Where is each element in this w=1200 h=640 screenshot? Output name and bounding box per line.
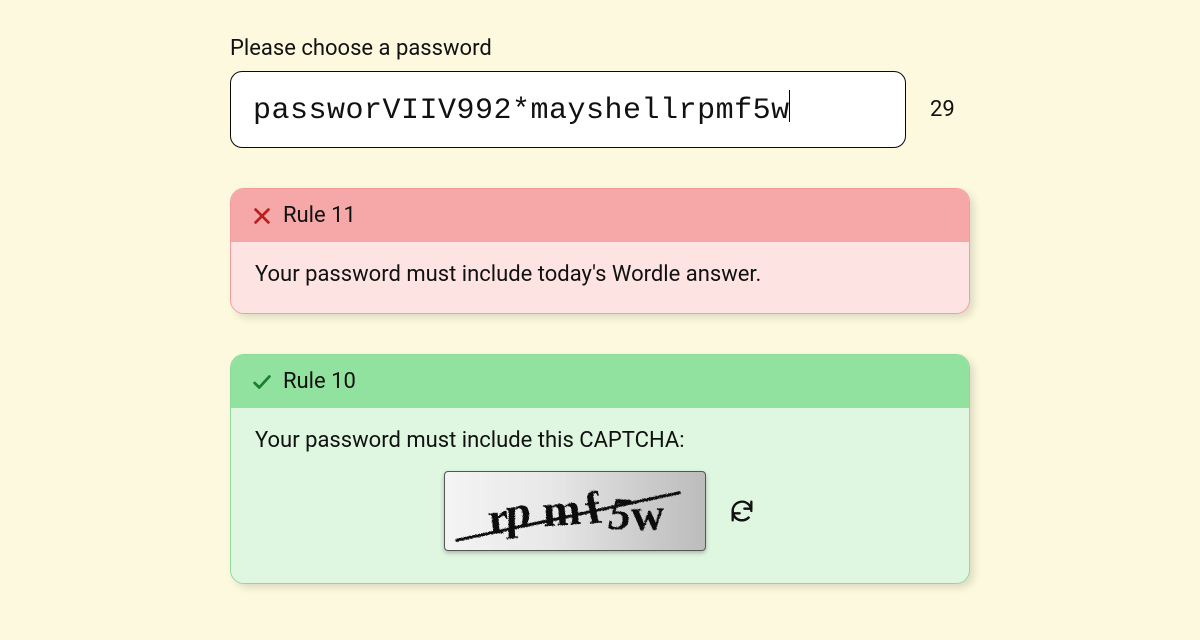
password-input[interactable]: passworVIIV992*mayshellrpmf5w [230, 71, 906, 148]
refresh-icon[interactable] [728, 497, 756, 525]
check-icon [251, 371, 273, 393]
rule-text: Your password must include this CAPTCHA: [255, 428, 945, 453]
char-count: 29 [930, 97, 970, 122]
rule-title: Rule 10 [283, 369, 356, 394]
captcha-image: r p m f 5 w [444, 471, 706, 551]
svg-text:m: m [540, 482, 582, 536]
svg-text:p: p [505, 484, 530, 539]
rule-card-10: Rule 10 Your password must include this … [230, 354, 970, 584]
svg-text:w: w [630, 488, 665, 540]
password-value: passworVIIV992*mayshellrpmf5w [253, 94, 790, 128]
rule-body: Your password must include this CAPTCHA:… [231, 408, 969, 583]
rule-header: Rule 10 [231, 355, 969, 408]
cross-icon [251, 205, 273, 227]
rule-card-11: Rule 11 Your password must include today… [230, 188, 970, 314]
text-caret [789, 90, 791, 122]
password-input-row: passworVIIV992*mayshellrpmf5w 29 [230, 71, 970, 148]
prompt-label: Please choose a password [230, 36, 970, 61]
rule-body: Your password must include today's Wordl… [231, 242, 969, 313]
rule-header: Rule 11 [231, 189, 969, 242]
rule-title: Rule 11 [283, 203, 356, 228]
captcha-row: r p m f 5 w [255, 471, 945, 557]
